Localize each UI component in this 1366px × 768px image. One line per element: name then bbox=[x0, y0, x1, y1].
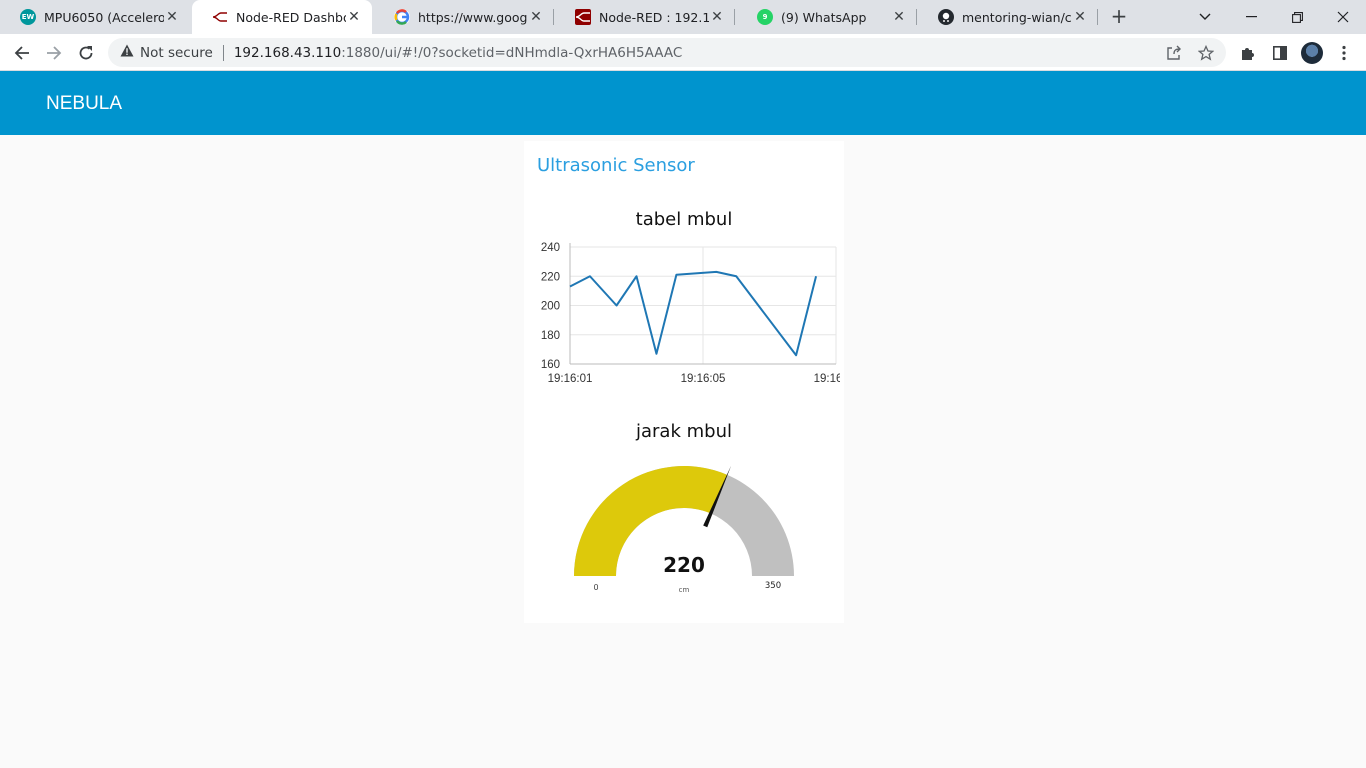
new-tab-button[interactable]: + bbox=[1108, 6, 1130, 28]
tab-title: MPU6050 (Accelerome bbox=[44, 9, 164, 25]
tab-title: Node-RED : 192.168.4 bbox=[599, 9, 709, 25]
close-icon[interactable]: ✕ bbox=[528, 9, 544, 25]
browser-menu-kebab-icon[interactable] bbox=[1330, 39, 1358, 67]
close-icon[interactable]: ✕ bbox=[891, 9, 907, 25]
series-line bbox=[569, 270, 818, 357]
page-title: NEBULA bbox=[46, 93, 123, 114]
minimize-icon[interactable] bbox=[1228, 0, 1274, 34]
tab-divider bbox=[1097, 9, 1098, 25]
profile-avatar[interactable] bbox=[1298, 39, 1326, 67]
gauge-value: 220 bbox=[663, 553, 705, 577]
tab-title: mentoring-wian/code bbox=[962, 9, 1072, 25]
y-tick-label: 200 bbox=[541, 301, 560, 313]
address-divider bbox=[222, 44, 224, 61]
gauge-units: cm bbox=[678, 586, 690, 594]
back-arrow-icon[interactable] bbox=[8, 39, 36, 67]
forward-arrow-icon[interactable] bbox=[40, 39, 68, 67]
node-red-icon bbox=[212, 9, 228, 25]
x-tick-label: 19:16:01 bbox=[548, 373, 593, 385]
side-panel-icon[interactable] bbox=[1266, 39, 1294, 67]
tab-divider bbox=[734, 9, 735, 25]
node-red-icon bbox=[575, 9, 591, 25]
security-status[interactable]: Not secure bbox=[140, 45, 213, 61]
y-tick-label: 160 bbox=[541, 359, 560, 371]
y-tick-label: 180 bbox=[541, 330, 560, 342]
google-icon bbox=[394, 9, 410, 25]
tab-whatsapp[interactable]: 9 (9) WhatsApp ✕ bbox=[737, 0, 917, 34]
tab-node-red-editor[interactable]: Node-RED : 192.168.4 ✕ bbox=[555, 0, 735, 34]
tab-node-red-dashboard[interactable]: Node-RED Dashboard ✕ bbox=[192, 0, 372, 34]
whatsapp-icon: 9 bbox=[757, 9, 773, 25]
extensions-puzzle-icon[interactable] bbox=[1234, 39, 1262, 67]
reload-icon[interactable] bbox=[72, 39, 100, 67]
bookmark-star-icon[interactable] bbox=[1198, 38, 1214, 67]
tab-title: (9) WhatsApp bbox=[781, 9, 867, 25]
gauge-min-label: 0 bbox=[593, 583, 599, 592]
tab-mpu6050[interactable]: EW MPU6050 (Accelerome ✕ bbox=[0, 0, 190, 34]
tab-title: https://www.google.c bbox=[418, 9, 528, 25]
x-tick-label: 19:16:09 bbox=[814, 373, 840, 385]
restore-icon[interactable] bbox=[1274, 0, 1320, 34]
tab-github[interactable]: mentoring-wian/code ✕ bbox=[918, 0, 1098, 34]
dashboard-header: NEBULA bbox=[0, 71, 1366, 135]
tab-divider bbox=[916, 9, 917, 25]
group-title: Ultrasonic Sensor bbox=[537, 155, 695, 176]
browser-toolbar: Not secure 192.168.43.110:1880/ui/#!/0?s… bbox=[0, 34, 1366, 71]
url-path: :1880/ui/#!/0?socketid=dNHmdla-QxrHA6H5A… bbox=[341, 44, 683, 61]
arduino-ew-icon: EW bbox=[20, 9, 36, 25]
close-icon[interactable]: ✕ bbox=[164, 9, 180, 25]
close-icon[interactable]: ✕ bbox=[346, 9, 362, 25]
tab-google[interactable]: https://www.google.c ✕ bbox=[374, 0, 554, 34]
y-tick-label: 240 bbox=[541, 242, 560, 254]
github-icon bbox=[938, 9, 954, 25]
address-bar[interactable]: Not secure 192.168.43.110:1880/ui/#!/0?s… bbox=[108, 38, 1226, 67]
tab-divider bbox=[553, 9, 554, 25]
tab-title: Node-RED Dashboard bbox=[236, 9, 346, 25]
y-tick-label: 220 bbox=[541, 271, 560, 283]
x-tick-label: 19:16:05 bbox=[681, 373, 726, 385]
avatar bbox=[1301, 42, 1323, 64]
chart-title: tabel mbul bbox=[635, 209, 733, 230]
url-host: 192.168.43.110 bbox=[233, 44, 342, 61]
close-icon[interactable]: ✕ bbox=[709, 9, 725, 25]
warning-triangle-icon bbox=[120, 44, 134, 61]
ultrasonic-sensor-group: Ultrasonic Sensor tabel mbul 160 180 200 22… bbox=[524, 141, 844, 623]
tab-strip: EW MPU6050 (Accelerome ✕ Node-RED Dashbo… bbox=[0, 0, 1366, 34]
close-icon[interactable]: ✕ bbox=[1072, 9, 1088, 25]
gauge-title: jarak mbul bbox=[636, 421, 732, 442]
tab-search-chevron-icon[interactable] bbox=[1182, 0, 1228, 34]
share-icon[interactable] bbox=[1166, 38, 1182, 67]
gauge-max-label: 350 bbox=[764, 581, 782, 591]
line-chart: 160 180 200 220 240 19:16:01 19:16:05 19:16:09 bbox=[541, 242, 840, 385]
close-window-icon[interactable] bbox=[1320, 0, 1366, 34]
